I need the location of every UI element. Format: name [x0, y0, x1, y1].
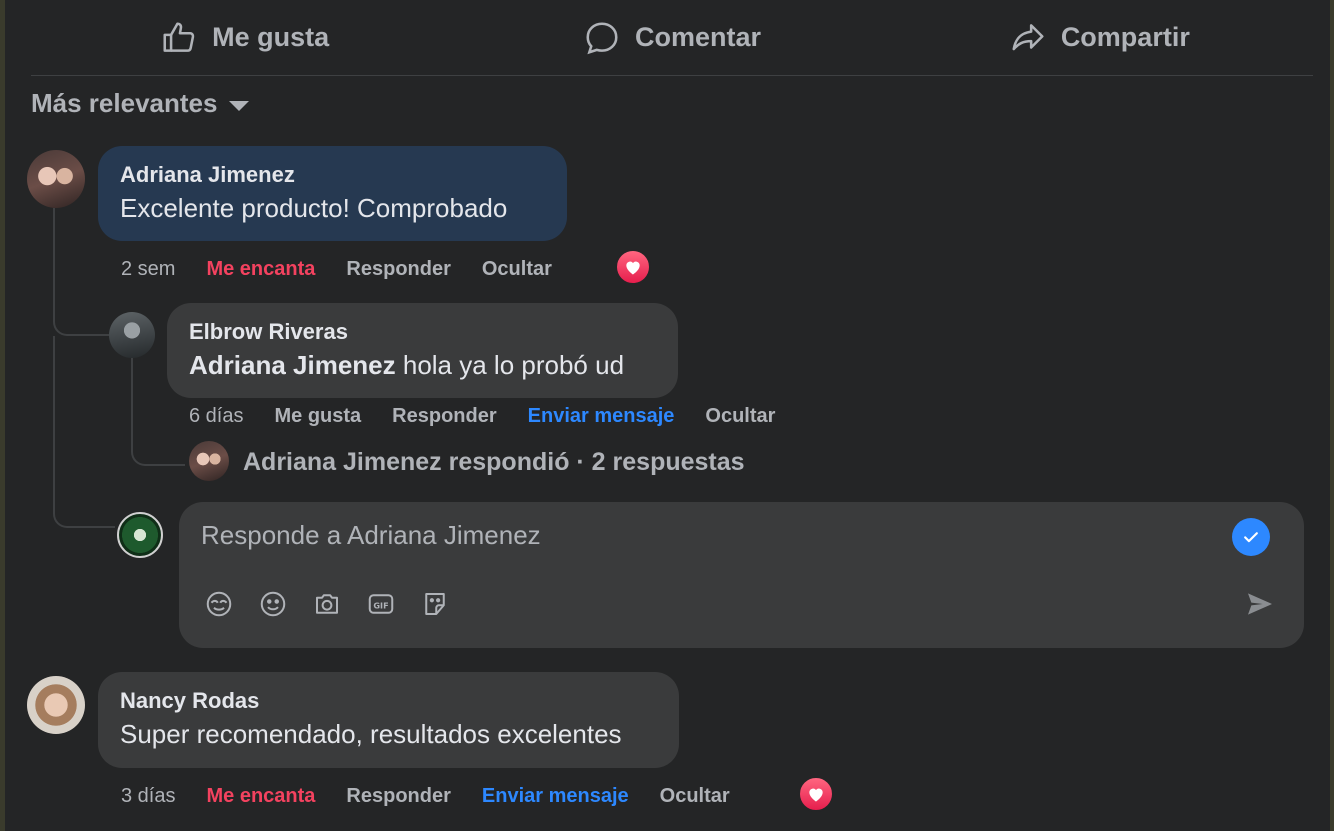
reply-button[interactable]: Responder: [346, 785, 450, 808]
comment-text: Excelente producto! Comprobado: [120, 193, 508, 223]
comment-time[interactable]: 2 sem: [121, 258, 175, 281]
heart-reaction-icon[interactable]: [798, 776, 834, 812]
thumbs-up-icon: [163, 21, 195, 52]
share-button[interactable]: Compartir: [886, 0, 1313, 75]
comment-author[interactable]: Nancy Rodas: [120, 686, 657, 716]
comment-time[interactable]: 3 días: [121, 785, 175, 808]
avatar-sticker-icon[interactable]: [203, 588, 235, 620]
love-reaction-button[interactable]: Me encanta: [206, 258, 315, 281]
comment-button[interactable]: Comentar: [458, 0, 885, 75]
post-action-bar: Me gusta Comentar Compartir: [31, 0, 1313, 76]
sort-label: Más relevantes: [31, 88, 218, 118]
comment-text: Super recomendado, resultados excelentes: [120, 719, 622, 749]
checkmark-icon[interactable]: [1232, 518, 1270, 556]
heart-reaction-icon[interactable]: [615, 249, 651, 285]
camera-icon[interactable]: [311, 588, 343, 620]
reply-composer: GIF: [179, 502, 1304, 648]
send-message-button[interactable]: Enviar mensaje: [482, 785, 629, 808]
avatar[interactable]: [27, 676, 85, 734]
thread-connector: [53, 336, 115, 528]
reply-input[interactable]: [201, 520, 1201, 551]
heart-icon: [809, 788, 823, 802]
reply-text: Adriana Jimenez hola ya lo probó ud: [189, 347, 656, 383]
hide-button[interactable]: Ocultar: [660, 785, 730, 808]
comments-panel: Me gusta Comentar Compartir Más relevant…: [5, 0, 1330, 831]
reply-button[interactable]: Responder: [346, 258, 450, 281]
avatar: [189, 441, 229, 481]
comment-bubble: Nancy Rodas Super recomendado, resultado…: [98, 672, 679, 768]
reply-hide-button[interactable]: Ocultar: [705, 405, 775, 428]
comment-author[interactable]: Adriana Jimenez: [120, 160, 545, 190]
share-label: Compartir: [1060, 22, 1190, 52]
avatar[interactable]: [117, 512, 163, 558]
reply-author[interactable]: Elbrow Riveras: [189, 317, 656, 347]
comment-bubble: Adriana Jimenez Excelente producto! Comp…: [98, 146, 567, 241]
gif-icon[interactable]: GIF: [365, 588, 397, 620]
window-edge-right: [1330, 0, 1334, 831]
mention-link[interactable]: Adriana Jimenez: [189, 350, 396, 380]
hide-button[interactable]: Ocultar: [482, 258, 552, 281]
reply-like-button[interactable]: Me gusta: [274, 405, 361, 428]
comment-actions: 3 días Me encanta Responder Enviar mensa…: [121, 785, 761, 808]
comment-label: Comentar: [634, 22, 761, 52]
reply-time[interactable]: 6 días: [189, 405, 243, 428]
sticker-icon[interactable]: [419, 588, 451, 620]
heart-icon: [626, 261, 640, 275]
comment-bubble-icon: [586, 21, 618, 54]
composer-toolbar: GIF: [203, 588, 451, 620]
svg-text:GIF: GIF: [373, 600, 388, 610]
send-icon[interactable]: [1244, 588, 1276, 620]
avatar[interactable]: [109, 312, 155, 358]
view-replies-link[interactable]: Adriana Jimenez respondió · 2 respuestas: [243, 448, 745, 477]
share-arrow-icon: [1012, 23, 1044, 50]
sort-dropdown[interactable]: Más relevantes: [31, 88, 250, 119]
reply-reply-button[interactable]: Responder: [392, 405, 496, 428]
love-reaction-button[interactable]: Me encanta: [206, 785, 315, 808]
reply-body: hola ya lo probó ud: [395, 350, 625, 380]
emoji-icon[interactable]: [257, 588, 289, 620]
comment-actions: 2 sem Me encanta Responder Ocultar: [121, 258, 583, 281]
like-button[interactable]: Me gusta: [31, 0, 458, 75]
send-message-button[interactable]: Enviar mensaje: [528, 405, 675, 428]
like-label: Me gusta: [212, 22, 330, 52]
reply-actions: 6 días Me gusta Responder Enviar mensaje…: [189, 405, 806, 428]
avatar[interactable]: [27, 150, 85, 208]
chevron-down-icon: [229, 100, 250, 111]
reply-bubble: Elbrow Riveras Adriana Jimenez hola ya l…: [167, 303, 678, 398]
